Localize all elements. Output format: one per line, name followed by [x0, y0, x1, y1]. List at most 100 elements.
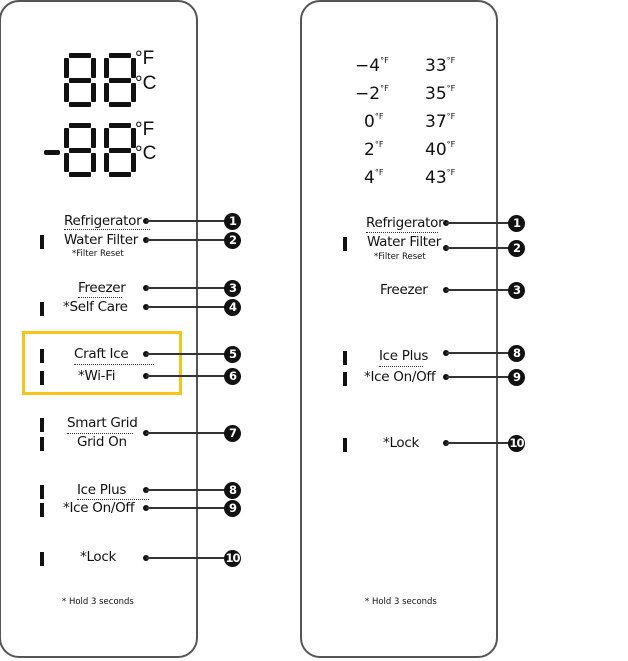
control-label-ice-plus[interactable]: Ice Plus [77, 482, 126, 498]
fridge-temp-option[interactable]: 43°F [425, 168, 455, 188]
indicator-bar [40, 485, 44, 499]
fridge-digit-2-segment [109, 77, 131, 83]
fridge-unit-c: °C [135, 73, 157, 94]
control-label--ice-on-off[interactable]: *Ice On/Off [364, 369, 436, 385]
freezer-digit-1-segment [69, 147, 91, 153]
control-label-craft-ice[interactable]: Craft Ice [74, 346, 129, 362]
freezer-temp-option[interactable]: −2°F [355, 84, 389, 104]
freezer-unit-c: °C [135, 143, 157, 164]
control-label-water-filter[interactable]: Water Filter [64, 232, 138, 248]
separator-dotted [67, 433, 133, 434]
control-label-smart-grid[interactable]: Smart Grid [67, 415, 138, 431]
freezer-digit-1-segment [91, 128, 96, 148]
fridge-digit-2-segment [131, 58, 136, 78]
fridge-digit-1-segment [64, 82, 69, 102]
fridge-digit-1-segment [91, 58, 96, 78]
control-label-refrigerator[interactable]: Refrigerator [64, 213, 142, 229]
fridge-temp-option[interactable]: 35°F [425, 84, 455, 104]
leader-line [146, 239, 226, 241]
fridge-digit-1-segment [69, 77, 91, 83]
separator-dotted [77, 499, 149, 500]
fridge-digit-1-segment [69, 53, 91, 58]
leader-line [146, 489, 226, 491]
freezer-digit-1-segment [64, 128, 69, 148]
indicator-bar [40, 437, 44, 451]
freezer-temp-option[interactable]: −4°F [355, 56, 389, 76]
indicator-bar [343, 438, 347, 452]
minus-sign-segment [44, 150, 60, 155]
freezer-temp-option[interactable]: 2°F [364, 140, 383, 160]
control-label-ice-plus[interactable]: Ice Plus [379, 348, 428, 364]
indicator-bar [40, 235, 44, 249]
number-badge-1: 1 [508, 214, 525, 232]
indicator-bar [343, 351, 347, 365]
control-label-freezer[interactable]: Freezer [78, 280, 126, 296]
freezer-digit-1-segment [64, 152, 69, 172]
leader-line [146, 287, 226, 289]
freezer-digit-2-segment [109, 147, 131, 153]
separator-dotted [64, 229, 150, 230]
number-badge-8: 8 [224, 481, 241, 499]
number-badge-1: 1 [224, 212, 241, 230]
control-label--wi-fi[interactable]: *Wi-Fi [78, 368, 115, 384]
freezer-digit-2-segment [109, 123, 131, 128]
freezer-temp-option[interactable]: 0°F [364, 112, 383, 132]
leader-line [146, 432, 226, 434]
freezer-digit-1-segment [69, 123, 91, 128]
control-label-freezer[interactable]: Freezer [380, 282, 428, 298]
footnote-hold: * Hold 3 seconds [62, 597, 134, 607]
freezer-temp-option[interactable]: 4°F [364, 168, 383, 188]
separator-dotted [78, 297, 122, 298]
number-badge-6: 6 [224, 367, 241, 385]
control-label--self-care[interactable]: *Self Care [63, 299, 128, 315]
indicator-bar [40, 503, 44, 517]
leader-line [146, 375, 226, 377]
fridge-temp-option[interactable]: 37°F [425, 112, 455, 132]
leader-line [146, 353, 226, 355]
number-badge-10: 10 [224, 549, 241, 567]
leader-line [146, 507, 226, 509]
fridge-digit-2-segment [131, 82, 136, 102]
number-badge-9: 9 [224, 499, 241, 517]
indicator-bar [343, 237, 347, 251]
freezer-digit-1-segment [91, 152, 96, 172]
fridge-digit-1-segment [69, 102, 91, 107]
leader-line [446, 247, 510, 249]
control-label--ice-on-off[interactable]: *Ice On/Off [63, 500, 135, 516]
control-label-refrigerator[interactable]: Refrigerator [366, 215, 444, 231]
control-label--lock[interactable]: *Lock [383, 435, 419, 451]
leader-line [146, 306, 226, 308]
fridge-digit-1-segment [91, 82, 96, 102]
number-badge-3: 3 [224, 279, 241, 297]
separator-dotted [379, 366, 423, 367]
fridge-digit-2-segment [109, 53, 131, 58]
fridge-unit-f: °F [135, 48, 155, 69]
filter-reset-note: *Filter Reset [72, 249, 124, 259]
leader-line [446, 222, 510, 224]
indicator-bar [40, 302, 44, 316]
separator-dotted [74, 364, 154, 365]
fridge-temp-option[interactable]: 40°F [425, 140, 455, 160]
number-badge-3: 3 [508, 281, 525, 299]
number-badge-4: 4 [224, 298, 241, 316]
freezer-digit-2-segment [104, 128, 109, 148]
indicator-bar [343, 372, 347, 386]
number-badge-9: 9 [508, 368, 525, 386]
control-label-grid-on[interactable]: Grid On [77, 434, 127, 450]
fridge-digit-1-segment [64, 58, 69, 78]
freezer-digit-2-segment [104, 152, 109, 172]
control-label--lock[interactable]: *Lock [80, 549, 116, 565]
indicator-bar [40, 418, 44, 432]
fridge-digit-2-segment [104, 58, 109, 78]
footnote-hold-right: * Hold 3 seconds [365, 597, 437, 607]
number-badge-2: 2 [224, 231, 241, 249]
control-label-water-filter[interactable]: Water Filter [367, 234, 441, 250]
leader-line [446, 289, 510, 291]
leader-line [446, 376, 510, 378]
control-panel-right [300, 0, 498, 658]
fridge-temp-option[interactable]: 33°F [425, 56, 455, 76]
number-badge-10: 10 [508, 434, 525, 452]
number-badge-5: 5 [224, 345, 241, 363]
leader-line [446, 442, 510, 444]
indicator-bar [40, 371, 44, 385]
